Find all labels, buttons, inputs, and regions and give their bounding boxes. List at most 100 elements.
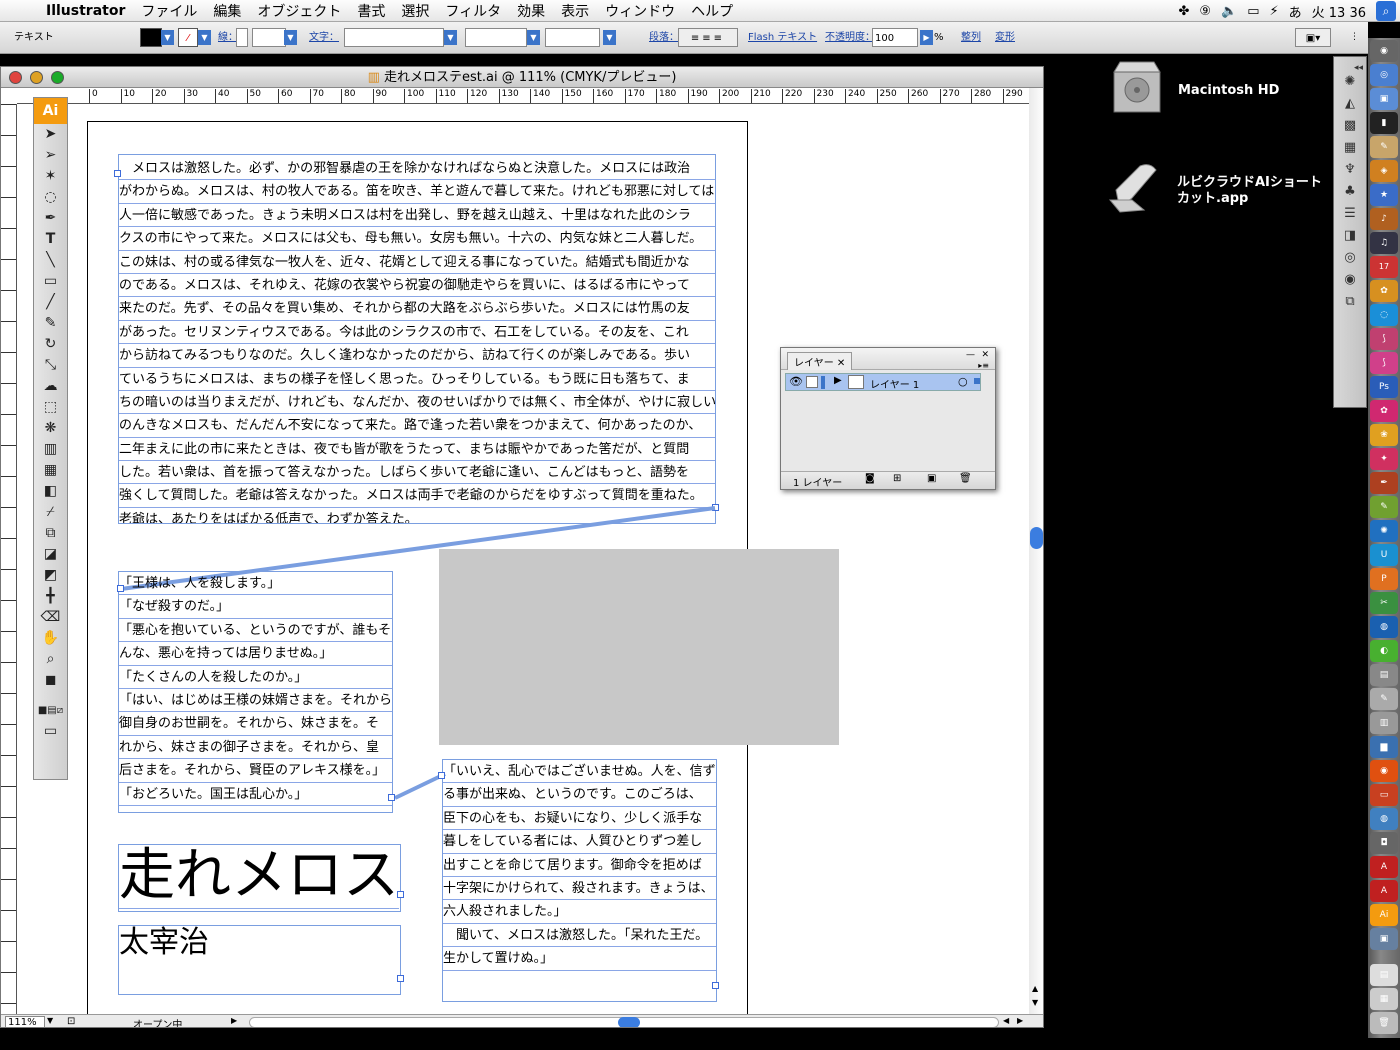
illustrator-dock-icon[interactable]: Ai bbox=[1370, 904, 1398, 926]
app-ps-dock-icon[interactable]: Ps bbox=[1370, 376, 1398, 398]
app-flower-dock-icon[interactable]: ✿ bbox=[1370, 400, 1398, 422]
menu-window[interactable]: ウィンドウ bbox=[597, 1, 683, 21]
downloads-stack-dock-icon[interactable]: ▦ bbox=[1370, 988, 1398, 1010]
direct-selection-tool-icon[interactable]: ➢ bbox=[34, 145, 67, 166]
menu-select[interactable]: 選択 bbox=[393, 1, 437, 21]
app-pen-doc-dock-icon[interactable]: ✎ bbox=[1370, 688, 1398, 710]
gradient-panel-icon[interactable]: ◨ bbox=[1334, 225, 1366, 247]
zoom-icon[interactable] bbox=[51, 71, 64, 84]
app-green-dock-icon[interactable]: ✂ bbox=[1370, 592, 1398, 614]
pencil-tool-icon[interactable]: ✎ bbox=[34, 313, 67, 334]
hard-disk-label[interactable]: Macintosh HD bbox=[1178, 82, 1279, 99]
script-app-icon[interactable] bbox=[1106, 160, 1166, 216]
mesh-tool-icon[interactable]: ▦ bbox=[34, 460, 67, 481]
headline-out-port[interactable] bbox=[397, 891, 404, 898]
app-book-dock-icon[interactable]: ▤ bbox=[1370, 664, 1398, 686]
left-frame-out-port[interactable] bbox=[388, 794, 395, 801]
collapse-dock-icon[interactable]: ◂◂ bbox=[1334, 57, 1366, 73]
horizontal-scroll-thumb[interactable] bbox=[618, 1017, 640, 1027]
warp-tool-icon[interactable]: ☁ bbox=[34, 376, 67, 397]
app-acrobat2-dock-icon[interactable]: A bbox=[1370, 880, 1398, 902]
horizontal-ruler[interactable]: 0 10 20 30 40 50 60 70 80 90 100 110 120 130 140 150 160… bbox=[17, 88, 1029, 104]
selection-tool-icon[interactable]: ➤ bbox=[34, 124, 67, 145]
ical-dock-icon[interactable]: 17 bbox=[1370, 256, 1398, 278]
color-mode-icons[interactable]: ■▤⧄ bbox=[34, 700, 67, 721]
hard-disk-icon[interactable] bbox=[1108, 58, 1166, 118]
nine-icon[interactable]: ⑨ bbox=[1199, 4, 1211, 19]
app-blue-flower-dock-icon[interactable]: ✺ bbox=[1370, 520, 1398, 542]
layers-panel-icon[interactable]: ⧉ bbox=[1334, 291, 1366, 313]
menu-view[interactable]: 表示 bbox=[553, 1, 597, 21]
guitar-dock-icon[interactable]: ♫ bbox=[1370, 232, 1398, 254]
font-style-dropdown-icon[interactable]: ▼ bbox=[527, 30, 540, 45]
rotate-tool-icon[interactable]: ↻ bbox=[34, 334, 67, 355]
app-yellow-flower-dock-icon[interactable]: ❀ bbox=[1370, 424, 1398, 446]
vertical-ruler[interactable] bbox=[1, 104, 17, 1014]
para-label[interactable]: 段落： bbox=[649, 28, 679, 47]
make-clipping-mask-icon[interactable]: ◙ bbox=[865, 473, 875, 484]
layer-name[interactable]: レイヤー 1 bbox=[870, 376, 919, 391]
garageband-dock-icon[interactable]: ♪ bbox=[1370, 208, 1398, 230]
headline-frame[interactable]: 走れメロス bbox=[118, 844, 401, 912]
author-frame[interactable]: 太宰治 bbox=[118, 925, 401, 995]
stroke-weight-field[interactable] bbox=[252, 28, 286, 47]
new-layer-icon[interactable]: ▣ bbox=[927, 473, 936, 484]
app-blue-u-dock-icon[interactable]: U bbox=[1370, 544, 1398, 566]
scroll-right-icon[interactable]: ▶ bbox=[1017, 1016, 1023, 1025]
align-panel-link[interactable]: 整列 bbox=[961, 28, 981, 47]
preview-dock-icon[interactable]: ▣ bbox=[1370, 88, 1398, 110]
align-buttons[interactable]: ≡≡≡ bbox=[678, 28, 738, 47]
app-green-pen-dock-icon[interactable]: ✎ bbox=[1370, 496, 1398, 518]
panel-menu-icon[interactable]: ▸≡ bbox=[978, 361, 989, 370]
panel-close-icon[interactable]: ✕ bbox=[981, 350, 989, 360]
club-symbol-panel-icon[interactable]: ♣ bbox=[1334, 181, 1366, 203]
iphoto-dock-icon[interactable]: ✿ bbox=[1370, 280, 1398, 302]
graphic-styles-panel-icon[interactable]: ▩ bbox=[1334, 115, 1366, 137]
layers-tab[interactable]: レイヤー ✕ bbox=[787, 352, 853, 370]
app-label-line1[interactable]: ルビクラウドAIショート bbox=[1177, 174, 1322, 191]
live-paint-selection-tool-icon[interactable]: ◩ bbox=[34, 565, 67, 586]
photos-dock-icon[interactable]: ◈ bbox=[1370, 160, 1398, 182]
input-method-icon[interactable]: あ bbox=[1289, 2, 1302, 21]
fill-dropdown-icon[interactable]: ▼ bbox=[161, 30, 174, 45]
status-menu-icon[interactable]: ⊡ bbox=[67, 1016, 75, 1027]
app-doc-dock-icon[interactable]: ▥ bbox=[1370, 712, 1398, 734]
magic-wand-tool-icon[interactable]: ✶ bbox=[34, 166, 67, 187]
app-acrobat-dock-icon[interactable]: A bbox=[1370, 856, 1398, 878]
menu-edit[interactable]: 編集 bbox=[205, 1, 249, 21]
scroll-down-icon[interactable]: ▼ bbox=[1032, 998, 1038, 1007]
menu-clock[interactable]: 火 13 36 bbox=[1312, 2, 1366, 21]
delete-layer-icon[interactable]: 🗑 bbox=[959, 473, 972, 484]
app-brush-dock-icon[interactable]: ✒ bbox=[1370, 472, 1398, 494]
panel-minimize-icon[interactable]: — bbox=[966, 350, 975, 360]
stroke-stepper[interactable] bbox=[236, 28, 248, 47]
target-circle-icon[interactable]: ○ bbox=[958, 375, 968, 388]
char-label[interactable]: 文字： bbox=[309, 28, 339, 47]
new-sublayer-icon[interactable]: ⊞ bbox=[893, 473, 901, 484]
font-family-field[interactable] bbox=[344, 28, 444, 47]
vertical-scroll-thumb[interactable] bbox=[1030, 527, 1043, 549]
eyedropper-tool-icon[interactable]: ⌿ bbox=[34, 502, 67, 523]
app-label-line2[interactable]: カット.app bbox=[1177, 190, 1248, 207]
right-frame-out-port[interactable] bbox=[712, 982, 719, 989]
lock-toggle[interactable] bbox=[806, 376, 818, 388]
zoom-dropdown-icon[interactable]: ▼ bbox=[47, 1016, 53, 1025]
transparency-panel-icon[interactable]: ◎ bbox=[1334, 247, 1366, 269]
app-orange-dock-icon[interactable]: P bbox=[1370, 568, 1398, 590]
scroll-up-icon[interactable]: ▲ bbox=[1032, 984, 1038, 993]
right-text-frame[interactable]: 「いいえ、乱心ではございませぬ。人を、信ず る事が出来ぬ、というのです。このごろは… bbox=[442, 759, 717, 1002]
spotlight-search-icon[interactable]: ⌕ bbox=[1376, 1, 1396, 21]
menu-object[interactable]: オブジェクト bbox=[249, 1, 349, 21]
window-titlebar[interactable]: ▥ 走れメロステest.ai @ 111% (CMYK/プレビュー) bbox=[1, 67, 1043, 88]
zoom-tool-icon[interactable]: ⌕ bbox=[34, 649, 67, 670]
hand-tool-icon[interactable]: ✋ bbox=[34, 628, 67, 649]
rectangle-tool-icon[interactable]: ▭ bbox=[34, 271, 67, 292]
opacity-dropdown-icon[interactable]: ▶ bbox=[920, 30, 933, 45]
minimize-icon[interactable] bbox=[30, 71, 43, 84]
notes-dock-icon[interactable]: ✎ bbox=[1370, 136, 1398, 158]
volume-icon[interactable]: 🔈 bbox=[1221, 4, 1237, 19]
blend-tool-icon[interactable]: ⧉ bbox=[34, 523, 67, 544]
app-camera-dock-icon[interactable]: ◘ bbox=[1370, 832, 1398, 854]
status-arrow-icon[interactable]: ▶ bbox=[231, 1016, 237, 1025]
pen-tool-icon[interactable]: ✒ bbox=[34, 208, 67, 229]
